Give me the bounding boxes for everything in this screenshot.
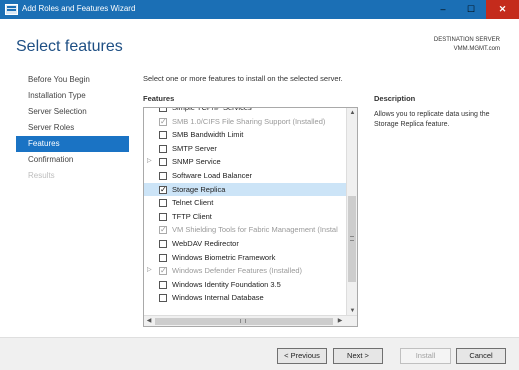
destination-server: DESTINATION SERVER VMM.MGMT.com bbox=[434, 36, 500, 54]
grip-icon bbox=[350, 236, 354, 241]
feature-checkbox[interactable]: ✓ bbox=[159, 185, 167, 194]
feature-checkbox[interactable]: ✓ bbox=[159, 117, 167, 126]
feature-checkbox[interactable] bbox=[159, 108, 167, 112]
scroll-right-icon[interactable]: ▶ bbox=[335, 316, 345, 326]
destination-server-name: VMM.MGMT.com bbox=[453, 46, 500, 52]
feature-checkbox[interactable] bbox=[159, 199, 167, 208]
horizontal-scroll-thumb[interactable] bbox=[155, 318, 333, 325]
window-title: Add Roles and Features Wizard bbox=[22, 4, 136, 13]
feature-label: SMB Bandwidth Limit bbox=[172, 130, 244, 140]
feature-checkbox[interactable] bbox=[159, 239, 167, 248]
feature-row[interactable]: Windows Biometric Framework bbox=[144, 251, 347, 265]
feature-checkbox[interactable]: ✓ bbox=[159, 267, 167, 276]
install-button: Install bbox=[400, 348, 451, 364]
feature-row[interactable]: Telnet Client bbox=[144, 196, 347, 210]
title-bar[interactable]: Add Roles and Features Wizard ‒ ☐ ✕ bbox=[0, 0, 519, 19]
grip-icon bbox=[240, 319, 246, 323]
feature-checkbox[interactable]: ✓ bbox=[159, 226, 167, 235]
cancel-button[interactable]: Cancel bbox=[456, 348, 506, 364]
feature-label: Storage Replica bbox=[172, 184, 226, 194]
feature-label: Simple TCP/IP Services bbox=[172, 107, 252, 112]
server-manager-icon bbox=[5, 4, 18, 15]
feature-label: Windows Defender Features (Installed) bbox=[172, 266, 303, 276]
feature-row[interactable]: ✓ SMB 1.0/CIFS File Sharing Support (Inst… bbox=[144, 115, 347, 129]
features-heading: Features bbox=[143, 94, 175, 103]
feature-label: Telnet Client bbox=[172, 198, 214, 208]
nav-item-server-roles[interactable]: Server Roles bbox=[16, 120, 129, 136]
nav-item-features[interactable]: Features bbox=[16, 136, 129, 152]
vertical-scrollbar[interactable]: ▲ ▼ bbox=[346, 108, 357, 316]
feature-checkbox[interactable] bbox=[159, 212, 167, 221]
feature-label: WebDAV Redirector bbox=[172, 238, 239, 248]
feature-checkbox[interactable] bbox=[159, 131, 167, 140]
description-text: Allows you to replicate data using the S… bbox=[374, 111, 490, 128]
feature-label: Windows Biometric Framework bbox=[172, 252, 276, 262]
nav-item-results: Results bbox=[28, 171, 55, 180]
feature-row[interactable]: ▷ SNMP Service bbox=[144, 155, 347, 169]
previous-button[interactable]: < Previous bbox=[277, 348, 327, 364]
feature-checkbox[interactable] bbox=[159, 253, 167, 262]
nav-item-confirmation[interactable]: Confirmation bbox=[16, 152, 129, 168]
feature-row[interactable]: ▷ ✓ Windows Defender Features (Installed) bbox=[144, 264, 347, 278]
scroll-up-icon[interactable]: ▲ bbox=[347, 108, 357, 118]
feature-row[interactable]: TFTP Client bbox=[144, 210, 347, 224]
feature-row[interactable]: SMB Bandwidth Limit bbox=[144, 128, 347, 142]
horizontal-scrollbar[interactable]: ◀ ▶ bbox=[144, 315, 357, 326]
feature-label: VM Shielding Tools for Fabric Management… bbox=[172, 225, 338, 235]
feature-row[interactable]: Simple TCP/IP Services bbox=[144, 107, 347, 115]
feature-label: SNMP Service bbox=[172, 157, 221, 167]
nav-item-before-you-begin[interactable]: Before You Begin bbox=[16, 72, 129, 88]
feature-checkbox[interactable] bbox=[159, 144, 167, 153]
description-heading: Description bbox=[374, 94, 416, 103]
wizard-footer: < Previous Next > Install Cancel bbox=[0, 337, 519, 370]
feature-label: SMB 1.0/CIFS File Sharing Support (Insta… bbox=[172, 116, 326, 126]
expand-arrow-icon[interactable]: ▷ bbox=[147, 155, 155, 169]
feature-label: Windows Identity Foundation 3.5 bbox=[172, 279, 281, 289]
feature-checkbox[interactable] bbox=[159, 280, 167, 289]
feature-row[interactable]: Windows Internal Database bbox=[144, 291, 347, 305]
feature-row[interactable]: ✓ VM Shielding Tools for Fabric Managemen… bbox=[144, 223, 347, 237]
feature-row[interactable]: Windows Identity Foundation 3.5 bbox=[144, 278, 347, 292]
minimize-button[interactable]: ‒ bbox=[430, 0, 456, 19]
feature-row[interactable]: SMTP Server bbox=[144, 142, 347, 156]
destination-label: DESTINATION SERVER bbox=[433, 37, 500, 43]
features-list[interactable]: Simple TCP/IP Services ✓ SMB 1.0/CIFS File… bbox=[143, 107, 358, 327]
feature-row[interactable]: Software Load Balancer bbox=[144, 169, 347, 183]
maximize-button[interactable]: ☐ bbox=[458, 0, 484, 19]
feature-checkbox[interactable] bbox=[159, 171, 167, 180]
feature-label: SMTP Server bbox=[172, 143, 217, 153]
instruction-text: Select one or more features to install o… bbox=[143, 74, 343, 83]
nav-item-installation-type[interactable]: Installation Type bbox=[16, 88, 129, 104]
nav-item-server-selection[interactable]: Server Selection bbox=[16, 104, 129, 120]
feature-checkbox[interactable] bbox=[159, 294, 167, 303]
next-button[interactable]: Next > bbox=[333, 348, 383, 364]
close-button[interactable]: ✕ bbox=[486, 0, 519, 19]
feature-row[interactable]: WebDAV Redirector bbox=[144, 237, 347, 251]
feature-label: Software Load Balancer bbox=[172, 170, 253, 180]
expand-arrow-icon[interactable]: ▷ bbox=[147, 264, 155, 278]
feature-label: TFTP Client bbox=[172, 211, 212, 221]
scroll-left-icon[interactable]: ◀ bbox=[144, 316, 154, 326]
feature-label: Windows Internal Database bbox=[172, 293, 264, 303]
page-title: Select features bbox=[16, 38, 123, 55]
feature-row[interactable]: ✓ Storage Replica bbox=[144, 182, 347, 197]
wizard-nav: Before You Begin Installation Type Serve… bbox=[16, 72, 129, 184]
feature-checkbox[interactable] bbox=[159, 158, 167, 167]
vertical-scroll-thumb[interactable] bbox=[348, 196, 356, 282]
features-list-rows: Simple TCP/IP Services ✓ SMB 1.0/CIFS File… bbox=[144, 107, 347, 305]
